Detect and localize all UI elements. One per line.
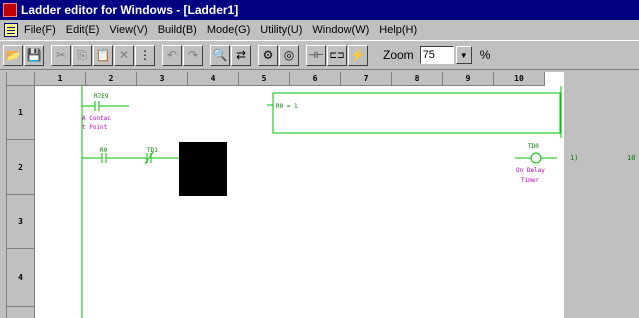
build-button[interactable]: ⚙ [258,44,278,66]
menu-build[interactable]: Build(B) [158,24,197,36]
ladder-canvas: R7E9 A Contac t Point R0 = 1 R0 TD1 TD0 … [81,86,562,318]
title-bar[interactable]: Ladder editor for Windows - [Ladder1] [0,0,639,20]
undo-icon: ↶ [166,48,178,62]
chevron-down-icon: ▼ [459,50,468,60]
contact-r7e9[interactable] [82,101,129,111]
contact-r7e9-address: R7E9 [94,93,109,100]
menu-edit[interactable]: Edit(E) [66,24,100,36]
app-icon [3,3,17,17]
timer-preset-value-1: 1) [570,154,579,162]
coil-button[interactable]: ⊏⊐ [327,44,347,66]
replace-button[interactable]: ⇄ [231,44,251,66]
timer-coil-td0[interactable] [515,152,557,164]
monitor-button[interactable]: ◎ [279,44,299,66]
contact-button[interactable]: ⊣⊢ [306,44,326,66]
expression-block[interactable] [267,92,561,134]
find-icon: 🔍 [212,48,228,62]
cursor-block[interactable] [179,142,227,196]
menu-file[interactable]: File(F) [24,24,56,36]
contact-comment-line1: A Contac [82,115,111,122]
copy-button[interactable]: ⎘ [72,44,92,66]
copy-icon: ⎘ [77,47,87,62]
expression-text: R0 = 1 [276,103,298,110]
open-icon: 📂 [5,48,21,62]
online-icon: ⚡ [350,48,366,62]
contact-r0[interactable] [82,153,147,163]
zoom-input[interactable]: 75 [419,46,454,64]
coil-icon: ⊏⊐ [329,49,345,60]
online-button[interactable]: ⚡ [348,44,368,66]
contact-icon: ⊣⊢ [308,49,324,60]
menu-view[interactable]: View(V) [109,24,147,36]
ladder-editor[interactable]: 1 2 3 4 5 6 7 8 9 10 1 2 3 4 R7E9 A Cont… [6,72,564,318]
menu-help[interactable]: Help(H) [379,24,417,36]
paste-button[interactable]: 📋 [93,44,113,66]
document-menu-icon[interactable] [4,23,18,37]
build-icon: ⚙ [262,48,274,62]
contact-r0-address: R0 [100,147,108,154]
paste-icon: 📋 [95,48,111,62]
timer-comment-line2: Timer [521,177,539,184]
toolbar: 📂 💾 ✂ ⎘ 📋 ✕ ⋮ ↶ ↷ 🔍 ⇄ ⚙ ◎ ⊣⊢ ⊏⊐ ⚡ Zoom 7… [0,40,639,70]
redo-icon: ↷ [187,48,199,62]
insert-line-icon: ⋮ [139,48,151,62]
menu-bar: File(F) Edit(E) View(V) Build(B) Mode(G)… [0,20,639,40]
save-button[interactable]: 💾 [24,44,44,66]
save-icon: 💾 [26,48,42,62]
replace-icon: ⇄ [235,48,247,62]
insert-line-button[interactable]: ⋮ [135,44,155,66]
menu-utility[interactable]: Utility(U) [260,24,302,36]
delete-icon: ✕ [118,48,130,62]
undo-button[interactable]: ↶ [162,44,182,66]
contact-comment-line2: t Point [82,124,108,131]
cut-icon: ✂ [55,48,67,62]
timer-comment-line1: On Delay [516,167,545,174]
cut-button[interactable]: ✂ [51,44,71,66]
menu-mode[interactable]: Mode(G) [207,24,250,36]
zoom-unit: % [479,48,491,62]
delete-button[interactable]: ✕ [114,44,134,66]
window-title: Ladder editor for Windows - [Ladder1] [21,3,239,17]
find-button[interactable]: 🔍 [210,44,230,66]
timer-td0-address: TD0 [528,143,539,150]
zoom-dropdown-button[interactable]: ▼ [455,46,472,64]
zoom-label: Zoom [383,48,414,62]
redo-button[interactable]: ↷ [183,44,203,66]
open-button[interactable]: 📂 [3,44,23,66]
timer-preset-value-2: 10 [627,154,636,162]
monitor-icon: ◎ [283,48,295,62]
menu-window[interactable]: Window(W) [312,24,369,36]
